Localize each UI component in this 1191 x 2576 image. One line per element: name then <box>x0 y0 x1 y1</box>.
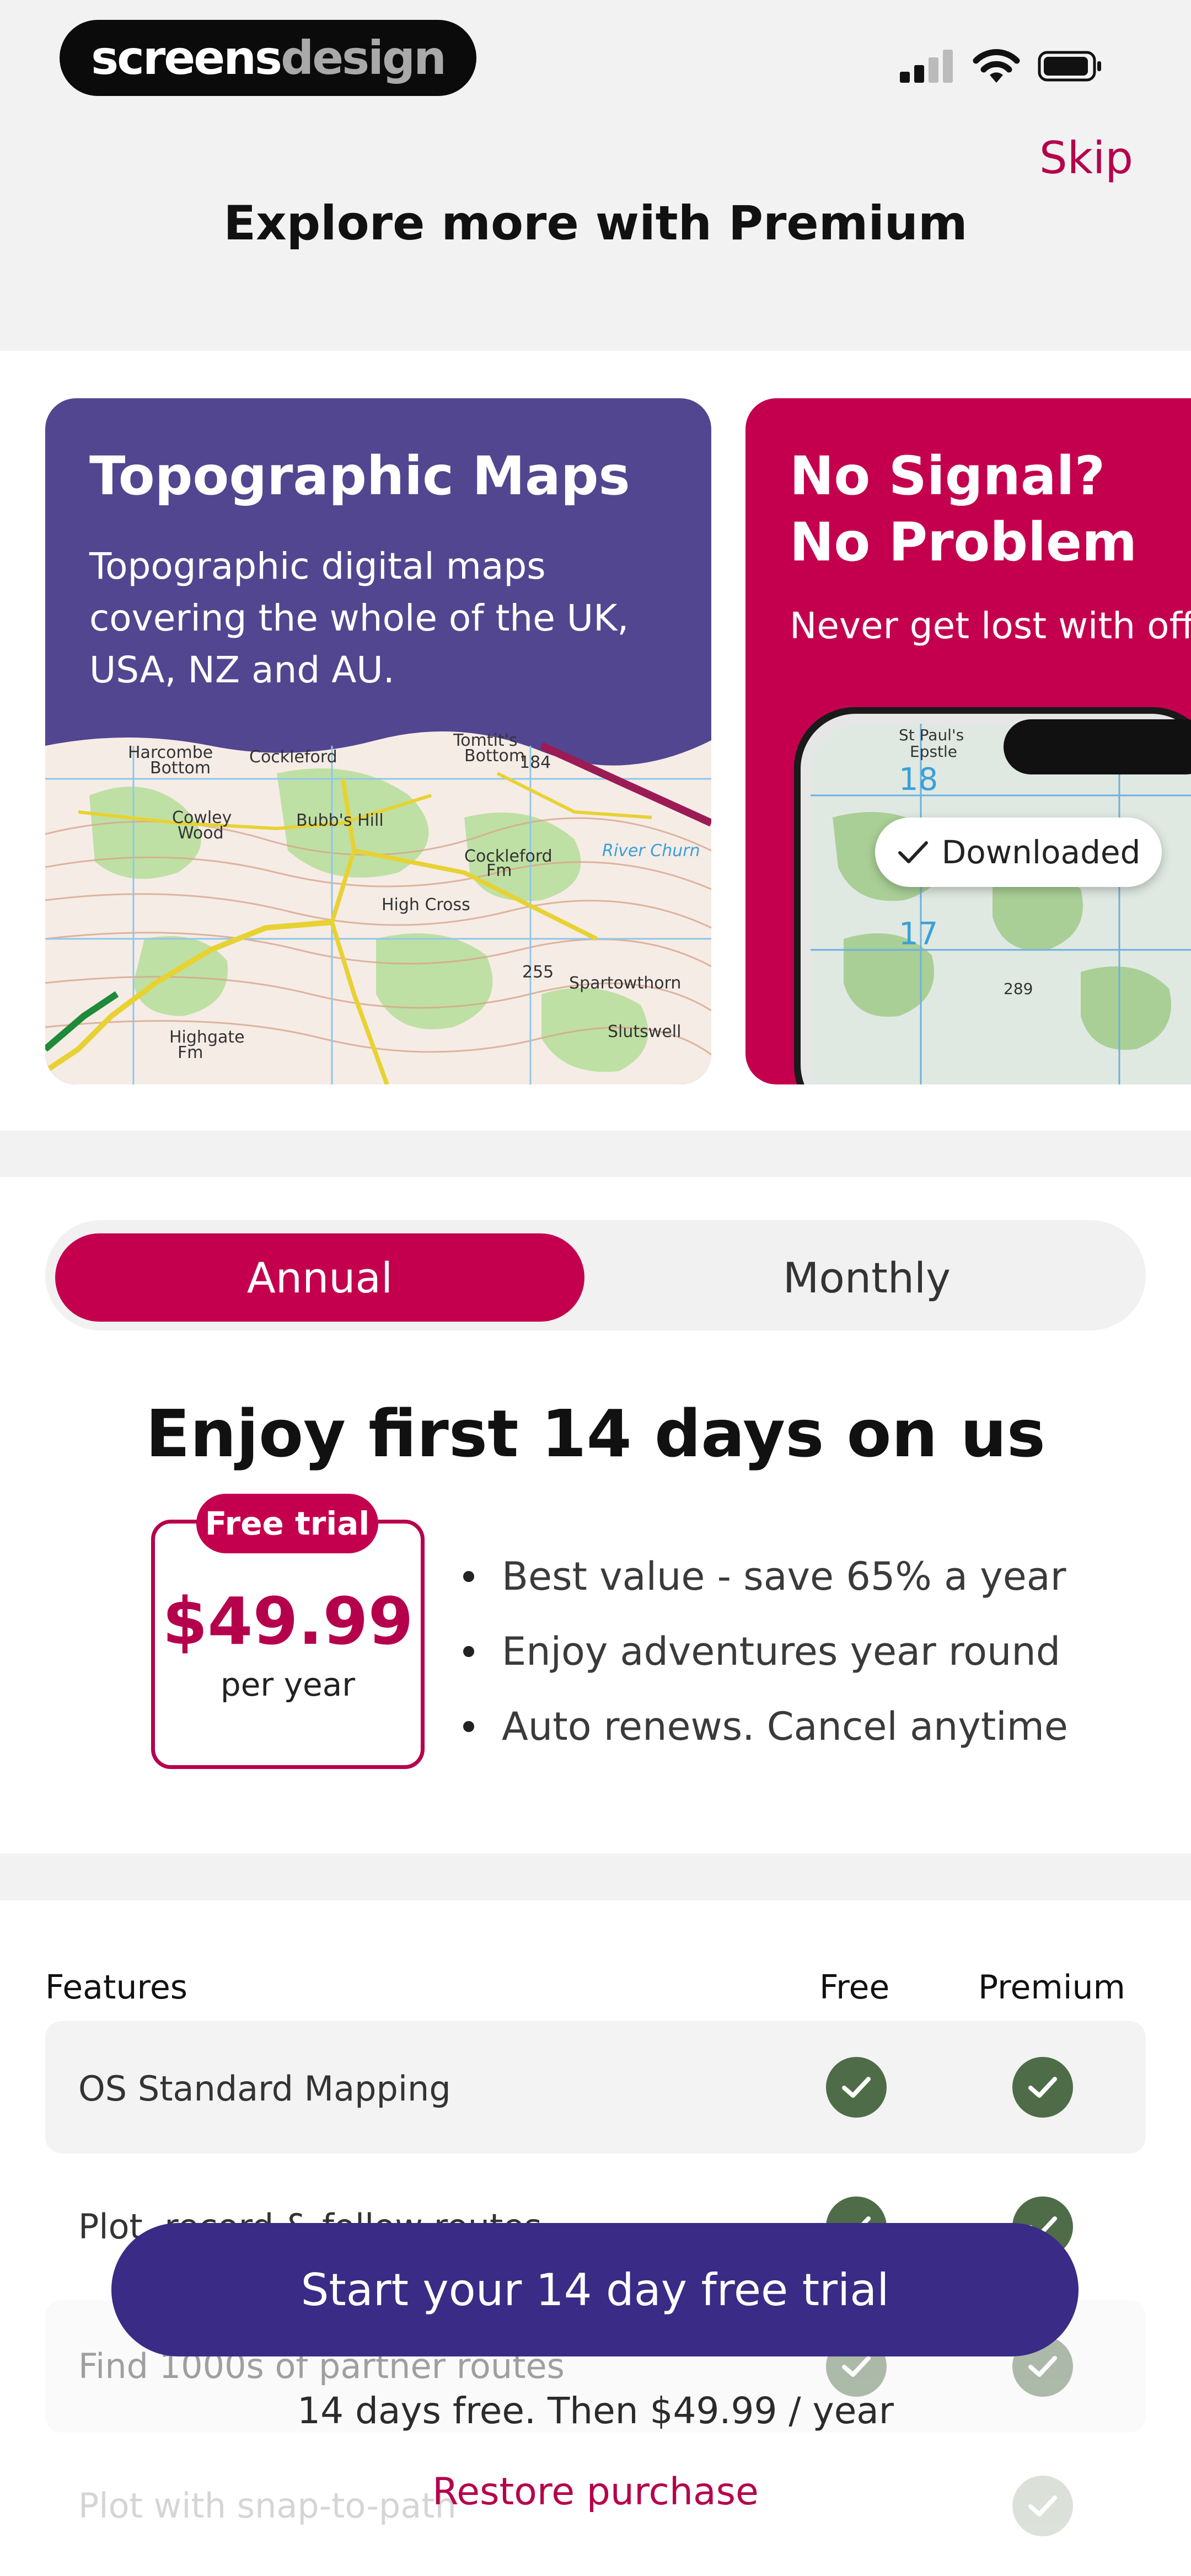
phone-map-image: 18 17 St Paul's Epstle 289 Shornhill <box>794 707 1191 1084</box>
downloaded-badge: Downloaded <box>875 817 1162 887</box>
svg-text:Fm: Fm <box>178 1043 203 1062</box>
svg-text:255: 255 <box>522 963 554 982</box>
topographic-map-image: Harcombe Bottom Cockleford Tomtit's Bott… <box>45 707 711 1084</box>
benefit-list: Best value - save 65% a year Enjoy adven… <box>463 1539 1152 1764</box>
svg-text:River Churn: River Churn <box>602 841 700 861</box>
list-item: Auto renews. Cancel anytime <box>463 1689 1152 1764</box>
svg-text:18: 18 <box>899 762 938 798</box>
card-description: Topographic digital maps covering the wh… <box>89 545 629 691</box>
tab-annual[interactable]: Annual <box>55 1233 584 1322</box>
card-description: Never get lost with offline maps <box>790 605 1191 647</box>
free-trial-badge: Free trial <box>196 1494 378 1553</box>
feature-label: OS Standard Mapping <box>78 2069 451 2109</box>
svg-text:Bubb's Hill: Bubb's Hill <box>296 811 384 830</box>
svg-text:184: 184 <box>519 753 551 772</box>
svg-text:High Cross: High Cross <box>382 895 470 915</box>
battery-icon <box>1038 51 1101 82</box>
price-period: per year <box>220 1666 356 1703</box>
card-title-line1: No Signal? <box>790 445 1106 507</box>
svg-text:Bottom: Bottom <box>464 746 525 766</box>
wifi-icon <box>973 49 1020 83</box>
svg-text:Fm: Fm <box>486 861 512 880</box>
page-title: Explore more with Premium <box>223 196 968 251</box>
svg-text:17: 17 <box>899 916 938 952</box>
svg-text:Bottom: Bottom <box>150 758 211 778</box>
check-icon <box>1012 2057 1073 2118</box>
card-offline-maps[interactable]: No Signal? No Problem Never get lost wit… <box>745 398 1191 1084</box>
list-item: Enjoy adventures year round <box>463 1614 1152 1689</box>
screensdesign-logo: screens design <box>60 20 476 96</box>
svg-text:289: 289 <box>1004 980 1033 998</box>
svg-text:St Paul's: St Paul's <box>899 726 964 744</box>
svg-text:Cockleford: Cockleford <box>249 747 337 767</box>
svg-text:Slutswell: Slutswell <box>608 1022 681 1041</box>
restore-purchase-button[interactable]: Restore purchase <box>0 2470 1191 2514</box>
tab-monthly[interactable]: Monthly <box>597 1233 1137 1322</box>
svg-text:Epstle: Epstle <box>910 742 957 761</box>
price-value: $49.99 <box>162 1583 414 1659</box>
trial-terms: 14 days free. Then $49.99 / year <box>297 2390 894 2432</box>
svg-text:Spartowthorn: Spartowthorn <box>569 974 681 993</box>
checkmark-icon <box>898 841 928 863</box>
svg-text:Wood: Wood <box>178 824 224 843</box>
logo-primary: screens <box>91 31 282 85</box>
downloaded-label: Downloaded <box>941 833 1141 871</box>
signal-icon <box>900 50 955 83</box>
plan-toggle[interactable]: Annual Monthly <box>45 1220 1146 1330</box>
logo-secondary: design <box>281 31 447 85</box>
card-title: Topographic Maps <box>89 445 630 507</box>
premium-column-header: Premium <box>978 1968 1125 2007</box>
skip-button[interactable]: Skip <box>1039 132 1133 184</box>
card-topographic-maps[interactable]: Topographic Maps Topographic digital map… <box>45 398 711 1084</box>
check-icon <box>826 2057 887 2118</box>
card-title-line2: No Problem <box>790 511 1138 573</box>
list-item: Best value - save 65% a year <box>463 1539 1152 1614</box>
start-trial-button[interactable]: Start your 14 day free trial <box>111 2223 1079 2356</box>
free-column-header: Free <box>819 1968 890 2007</box>
trial-heading: Enjoy first 14 days on us <box>146 1396 1045 1472</box>
features-header: Features <box>45 1968 187 2007</box>
